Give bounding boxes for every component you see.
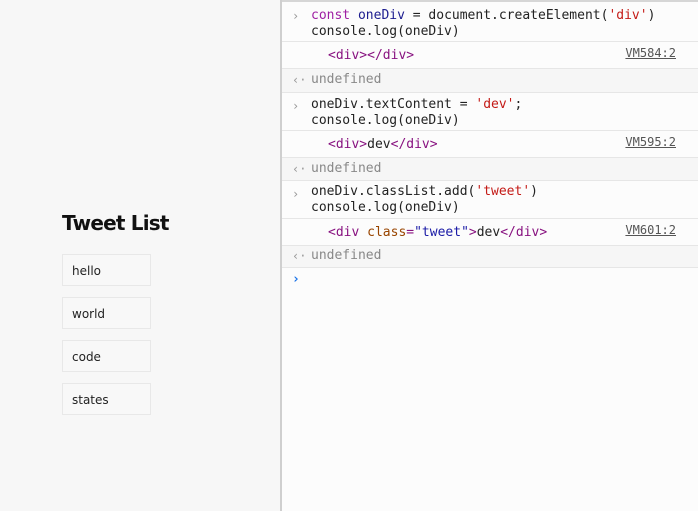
code-text: oneDiv.classList.add(	[311, 184, 476, 199]
code-text: )	[647, 8, 656, 23]
console-result-row: ‹· undefined	[282, 158, 698, 181]
prompt-chevron-icon[interactable]: ›	[292, 272, 300, 287]
result-value: undefined	[311, 72, 382, 87]
tag-open: <div>	[328, 137, 368, 152]
result-value: undefined	[311, 161, 382, 176]
console-input-code: oneDiv.textContent = 'dev'; console.log(…	[311, 97, 522, 129]
devtools-console: › const oneDiv = document.createElement(…	[282, 0, 698, 511]
console-input-code: oneDiv.classList.add('tweet') console.lo…	[311, 184, 538, 216]
console-log-row: <div></div> VM584:2	[282, 42, 698, 69]
return-arrow-icon: ‹·	[292, 162, 307, 176]
code-string: 'dev'	[475, 97, 515, 112]
code-line: console.log(oneDiv)	[311, 200, 460, 215]
source-link[interactable]: VM595:2	[625, 135, 676, 149]
return-arrow-icon: ‹·	[292, 73, 307, 87]
tweet-item: states	[62, 383, 151, 415]
tag-text: dev	[367, 137, 391, 152]
tag-gt: >	[468, 225, 477, 240]
tag-open: <div>	[328, 48, 368, 63]
tag-close: </div>	[367, 48, 415, 63]
tag-close: </div>	[500, 225, 548, 240]
page-title: Tweet List	[62, 211, 169, 235]
code-line: console.log(oneDiv)	[311, 24, 460, 39]
tag-close: </div>	[390, 137, 438, 152]
result-value: undefined	[311, 248, 382, 263]
chevron-right-icon: ›	[292, 99, 300, 113]
code-text: oneDiv.textContent =	[311, 97, 476, 112]
tweet-item: code	[62, 340, 151, 372]
console-result-row: ‹· undefined	[282, 246, 698, 268]
code-keyword: const	[311, 8, 351, 23]
tweet-item: hello	[62, 254, 151, 286]
page-panel: Tweet List hello world code states	[0, 0, 280, 511]
source-link[interactable]: VM584:2	[625, 46, 676, 60]
console-result-row: ‹· undefined	[282, 69, 698, 93]
log-element[interactable]: <div class="tweet">dev</div>	[328, 225, 547, 241]
log-element[interactable]: <div>dev</div>	[328, 137, 438, 153]
chevron-right-icon: ›	[292, 9, 300, 23]
source-link[interactable]: VM601:2	[625, 223, 676, 237]
code-variable: oneDiv	[357, 8, 405, 23]
code-string: 'div'	[608, 8, 648, 23]
tweet-item: world	[62, 297, 151, 329]
console-log-row: <div class="tweet">dev</div> VM601:2	[282, 219, 698, 246]
console-input-row: › const oneDiv = document.createElement(…	[282, 2, 698, 42]
attr-eq: =	[406, 225, 415, 240]
console-log-row: <div>dev</div> VM595:2	[282, 131, 698, 158]
console-input-row: › oneDiv.classList.add('tweet') console.…	[282, 181, 698, 219]
return-arrow-icon: ‹·	[292, 249, 307, 263]
tag-start: <div	[328, 225, 368, 240]
console-input-field[interactable]	[311, 268, 691, 498]
code-text: = document.createElement(	[404, 8, 609, 23]
chevron-right-icon: ›	[292, 187, 300, 201]
log-element[interactable]: <div></div>	[328, 48, 414, 64]
tag-text: dev	[476, 225, 501, 240]
console-input-code: const oneDiv = document.createElement('d…	[311, 8, 655, 40]
code-line: console.log(oneDiv)	[311, 113, 460, 128]
attr-value: "tweet"	[414, 225, 469, 240]
code-text: ;	[514, 97, 523, 112]
console-input-row: › oneDiv.textContent = 'dev'; console.lo…	[282, 93, 698, 131]
attr-name: class	[367, 225, 407, 240]
code-text: )	[530, 184, 538, 199]
code-string: 'tweet'	[475, 184, 531, 199]
